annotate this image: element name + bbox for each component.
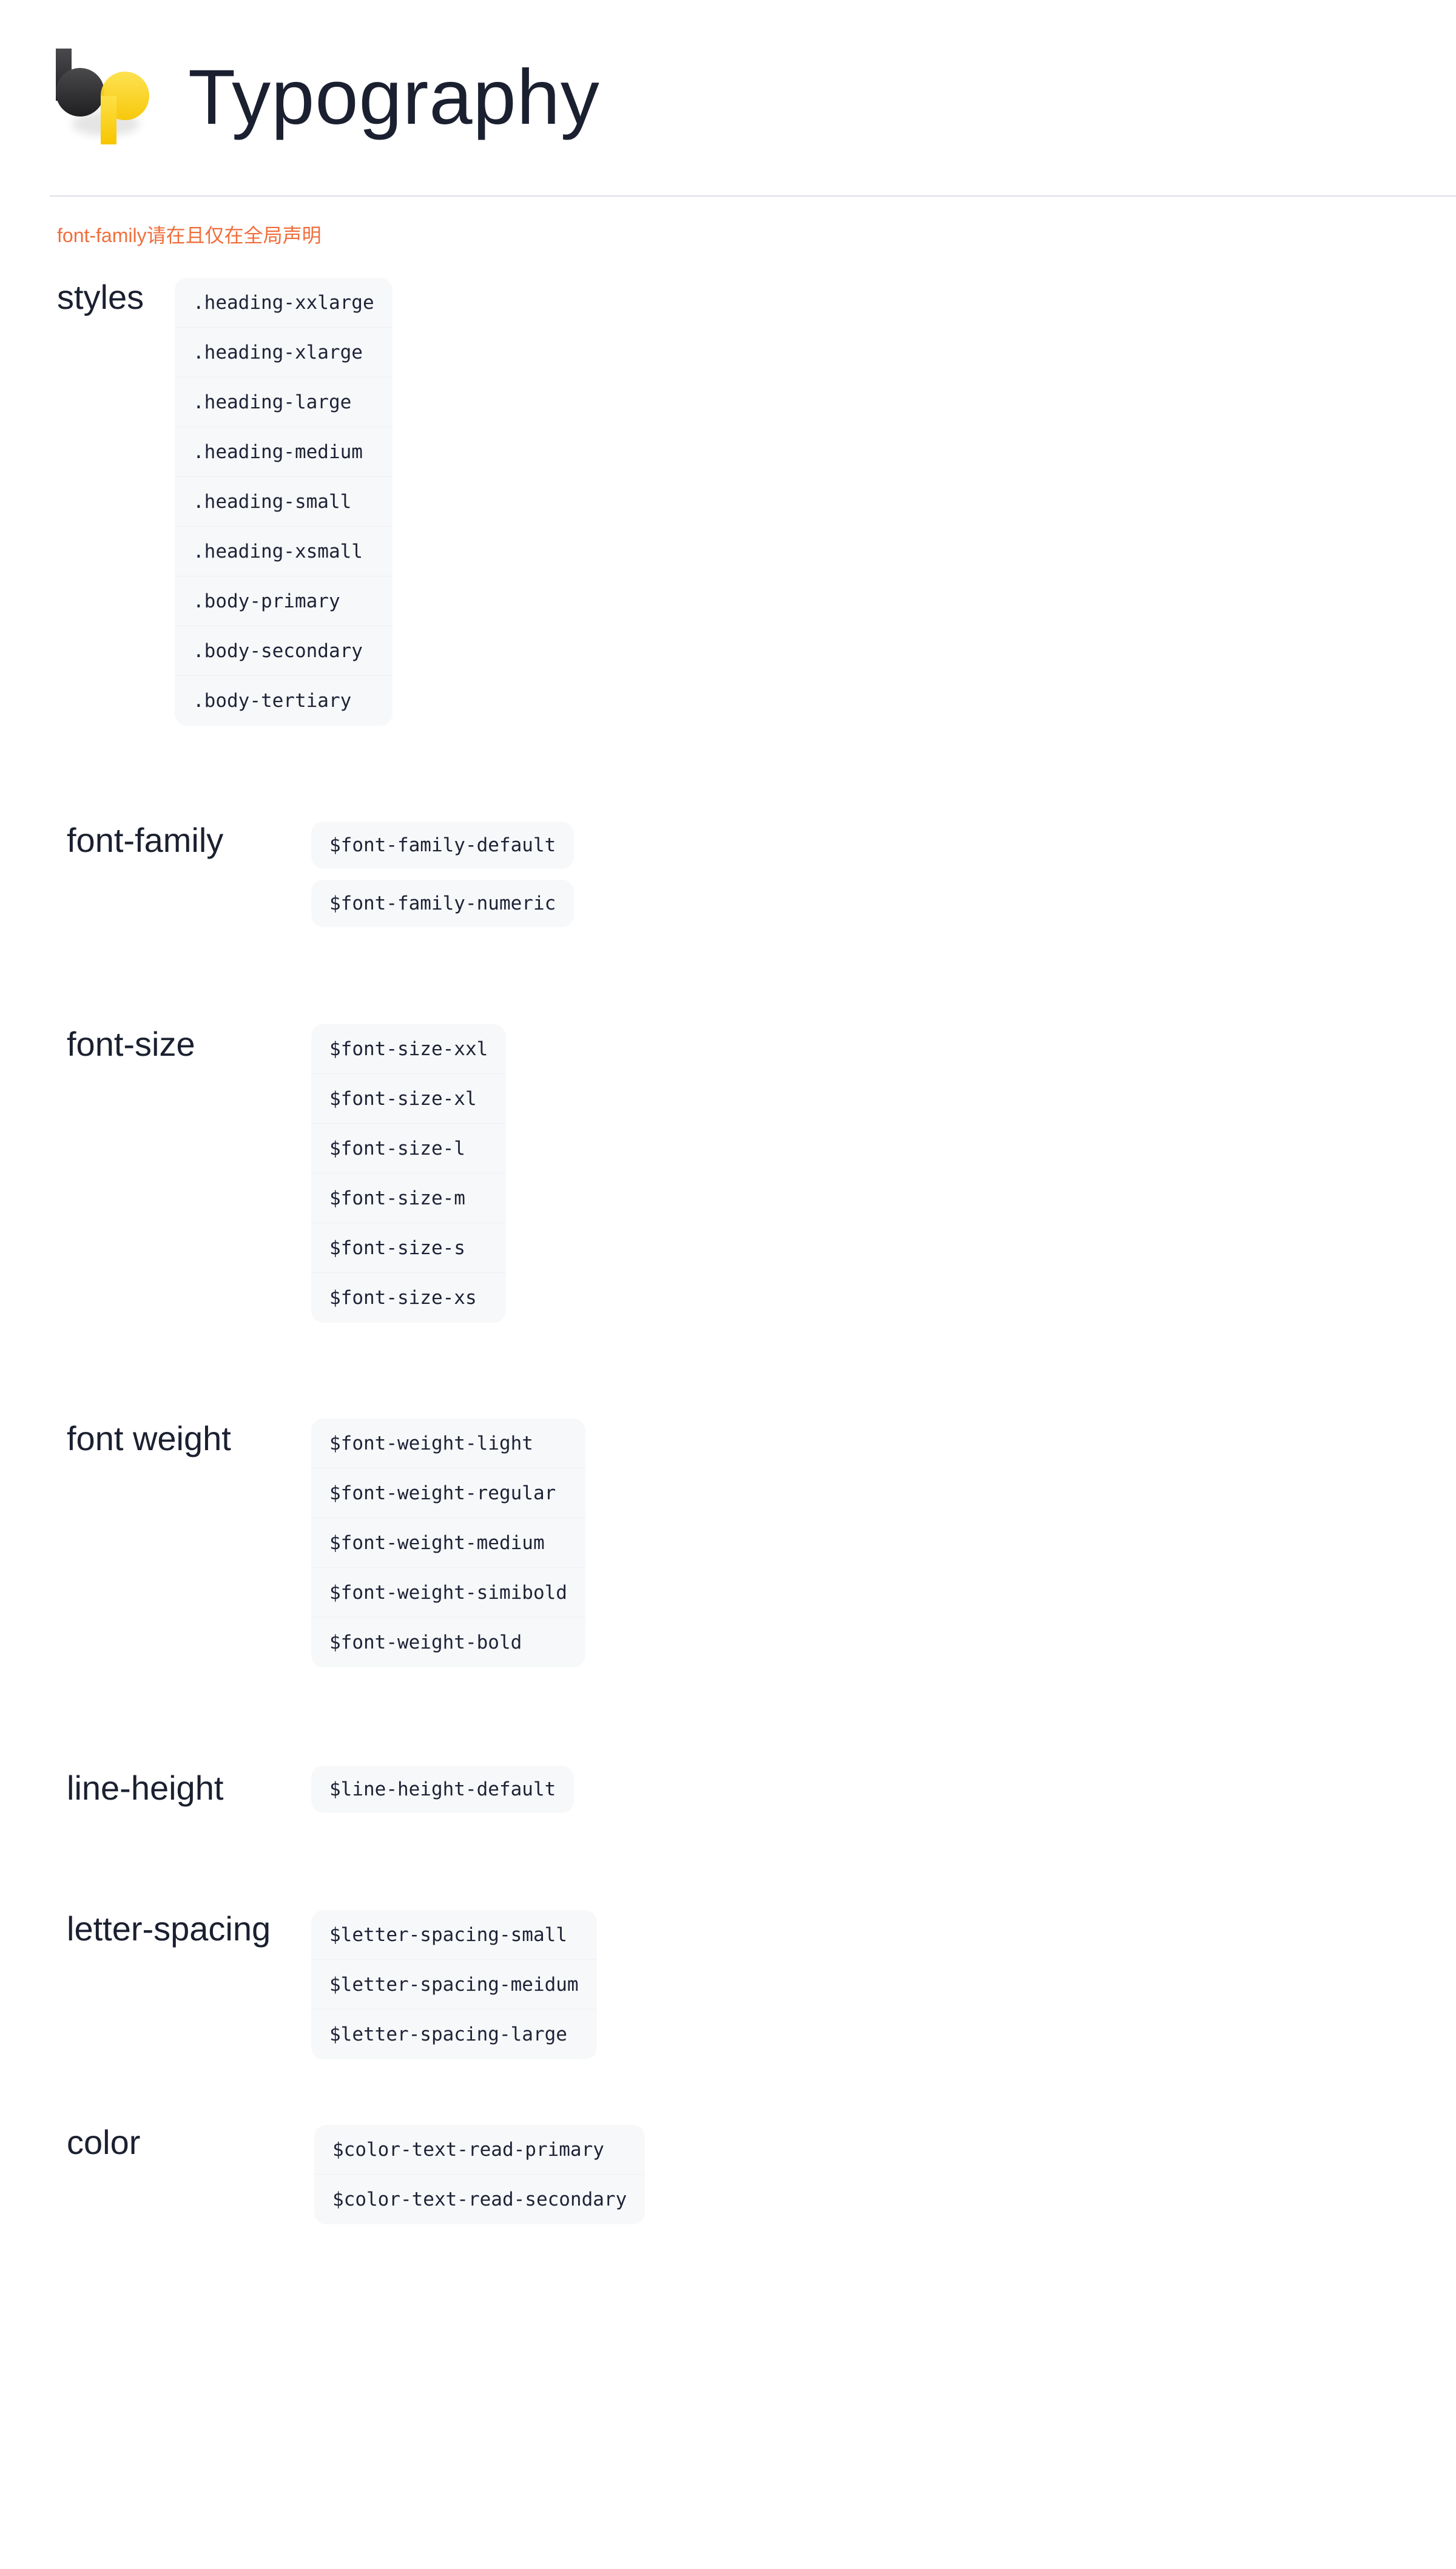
header-divider xyxy=(50,195,1456,197)
token-color-text-read-secondary: $color-text-read-secondary xyxy=(332,2189,627,2210)
section-label-styles: styles xyxy=(57,278,144,316)
section-label-color: color xyxy=(67,2123,141,2161)
token-heading-large: .heading-large xyxy=(175,377,393,427)
token-font-weight-regular: $font-weight-regular xyxy=(311,1468,585,1518)
token-font-weight-simibold: $font-weight-simibold xyxy=(311,1568,585,1618)
token-font-size-xs: $font-size-xs xyxy=(329,1287,477,1309)
page-header: Typography xyxy=(0,0,1456,196)
bp-logo xyxy=(56,49,149,144)
font-weight-token-list: $font-weight-light $font-weight-regular … xyxy=(311,1419,585,1667)
token-letter-spacing-meidum: $letter-spacing-meidum xyxy=(311,1960,597,2010)
token-heading-medium: .heading-medium xyxy=(175,427,393,477)
letter-spacing-token-list: $letter-spacing-small $letter-spacing-me… xyxy=(311,1910,597,2059)
token-font-size-s: $font-size-s xyxy=(311,1223,507,1273)
token-font-weight-medium: $font-weight-medium xyxy=(311,1518,585,1568)
token-font-size-xxl: $font-size-xxl xyxy=(311,1024,507,1074)
token-font-family-default: $font-family-default xyxy=(311,822,575,869)
font-family-note: font-family请在且仅在全局声明 xyxy=(57,224,322,246)
token-heading-xxlarge: .heading-xxlarge xyxy=(175,278,393,328)
section-label-font-weight: font weight xyxy=(67,1419,231,1457)
token-font-size-xl: $font-size-xl xyxy=(311,1074,507,1124)
section-label-letter-spacing: letter-spacing xyxy=(67,1909,271,1948)
color-token-list: $color-text-read-primary $color-text-rea… xyxy=(314,2125,645,2224)
token-font-size-l: $font-size-l xyxy=(311,1124,507,1173)
token-body-primary: .body-primary xyxy=(175,576,393,626)
token-line-height-default: $line-height-default xyxy=(311,1766,575,1813)
token-body-secondary: .body-secondary xyxy=(175,626,393,676)
section-label-font-size: font-size xyxy=(67,1025,195,1063)
section-label-font-family: font-family xyxy=(67,821,224,859)
styles-token-list: .heading-xxlarge .heading-xlarge .headin… xyxy=(175,278,393,726)
font-size-token-list: $font-size-xxl $font-size-xl $font-size-… xyxy=(311,1024,507,1323)
token-font-weight-light: $font-weight-light xyxy=(311,1419,585,1468)
token-color-text-read-primary: $color-text-read-primary xyxy=(314,2125,645,2175)
token-font-size-m: $font-size-m xyxy=(311,1173,507,1223)
token-body-tertiary: .body-tertiary xyxy=(193,690,352,712)
section-label-line-height: line-height xyxy=(67,1769,224,1807)
token-heading-xsmall: .heading-xsmall xyxy=(175,527,393,576)
token-font-family-numeric: $font-family-numeric xyxy=(311,880,575,927)
token-letter-spacing-small: $letter-spacing-small xyxy=(311,1910,597,1960)
page-title: Typography xyxy=(188,54,600,141)
token-letter-spacing-large: $letter-spacing-large xyxy=(329,2024,567,2045)
token-font-weight-bold: $font-weight-bold xyxy=(329,1632,522,1653)
token-heading-small: .heading-small xyxy=(175,477,393,527)
token-heading-xlarge: .heading-xlarge xyxy=(175,328,393,377)
